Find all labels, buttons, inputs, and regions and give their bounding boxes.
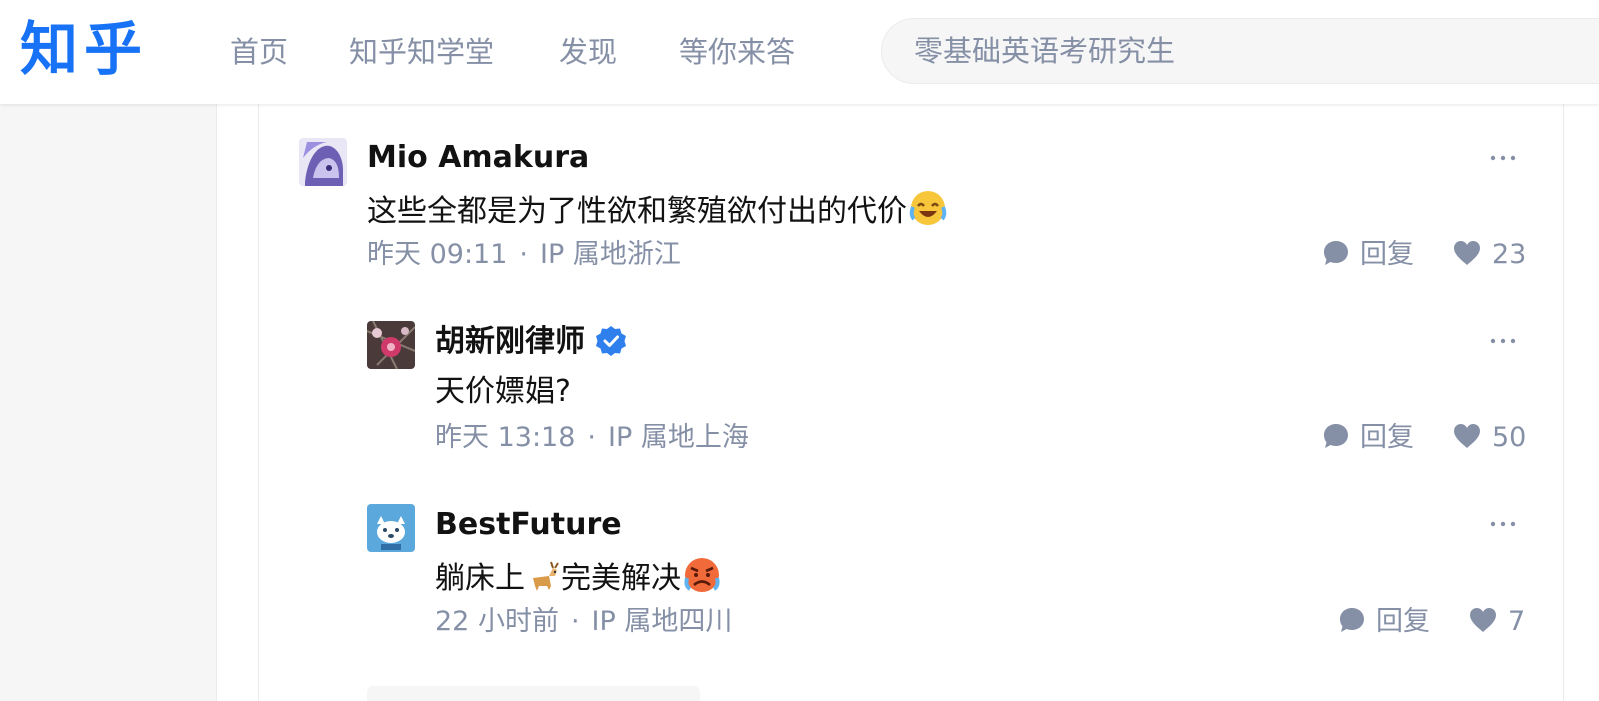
comment-text-part: 完美解决 [561, 561, 681, 596]
comment-time: 22 小时前 [435, 606, 559, 637]
heart-icon [1454, 241, 1480, 265]
comment-meta: 昨天 09:11 · IP 属地浙江 [367, 238, 681, 272]
comment-content: 躺床上 完美解决 [435, 556, 721, 604]
more-options-icon[interactable] [1488, 331, 1518, 351]
comment-bubble-icon [1324, 424, 1348, 448]
like-button[interactable]: 50 [1452, 421, 1526, 455]
nav-waiting-answers[interactable]: 等你来答 [679, 34, 795, 70]
comment-meta: 昨天 13:18 · IP 属地上海 [435, 421, 749, 455]
comment-content: 天价嫖娼? [435, 374, 571, 409]
meta-separator: · [570, 606, 580, 637]
comment-text-part: 躺床上 [435, 561, 525, 596]
nav-discover[interactable]: 发现 [559, 34, 617, 70]
comment-ip: IP 属地四川 [591, 606, 733, 637]
avatar[interactable] [367, 321, 415, 369]
like-count: 23 [1492, 239, 1527, 270]
search-box[interactable] [881, 18, 1599, 84]
comment-ip: IP 属地浙江 [540, 239, 681, 270]
nav-home[interactable]: 首页 [230, 34, 288, 70]
reply-button[interactable]: 回复 [1322, 421, 1414, 455]
reply-button[interactable]: 回复 [1338, 605, 1430, 639]
left-gutter [0, 104, 216, 701]
avatar[interactable] [367, 504, 415, 552]
laugh-cry-emoji [909, 189, 947, 237]
like-count: 50 [1492, 422, 1527, 453]
meta-separator: · [519, 239, 528, 270]
view-more-button[interactable] [367, 686, 700, 701]
avatar[interactable] [299, 138, 347, 186]
meta-separator: · [587, 422, 596, 453]
search-input[interactable] [914, 33, 1554, 69]
comment-time: 昨天 09:11 [367, 239, 508, 270]
zhihu-logo[interactable]: 知乎 [20, 14, 148, 84]
angry-sweat-emoji [683, 556, 721, 604]
reply-label: 回复 [1376, 606, 1430, 637]
reply-label: 回复 [1360, 422, 1414, 453]
like-button[interactable]: 23 [1452, 238, 1526, 272]
comment-text: 这些全都是为了性欲和繁殖欲付出的代价 [367, 194, 907, 229]
comment-time: 昨天 13:18 [435, 422, 576, 453]
like-button[interactable]: 7 [1468, 605, 1525, 639]
reply-label: 回复 [1360, 239, 1414, 270]
heart-icon [1454, 424, 1480, 448]
heart-icon [1470, 608, 1496, 632]
like-count: 7 [1508, 606, 1526, 637]
more-options-icon[interactable] [1488, 514, 1518, 534]
comment-ip: IP 属地上海 [608, 422, 749, 453]
top-header: 知乎 首页 知乎知学堂 发现 等你来答 [0, 0, 1599, 104]
nav-zhixuetang[interactable]: 知乎知学堂 [349, 34, 494, 70]
reply-button[interactable]: 回复 [1322, 238, 1414, 272]
comment-author[interactable]: 胡新刚律师 [435, 324, 585, 360]
comment-author[interactable]: Mio Amakura [367, 140, 589, 176]
comment-bubble-icon [1324, 241, 1348, 265]
comment-content: 这些全都是为了性欲和繁殖欲付出的代价 [367, 189, 947, 237]
comment-author[interactable]: BestFuture [435, 507, 622, 543]
comment-bubble-icon [1340, 608, 1364, 632]
more-options-icon[interactable] [1488, 148, 1518, 168]
comment-meta: 22 小时前 · IP 属地四川 [435, 605, 732, 639]
goat-emoji [527, 560, 561, 604]
verified-badge-icon [594, 324, 628, 362]
